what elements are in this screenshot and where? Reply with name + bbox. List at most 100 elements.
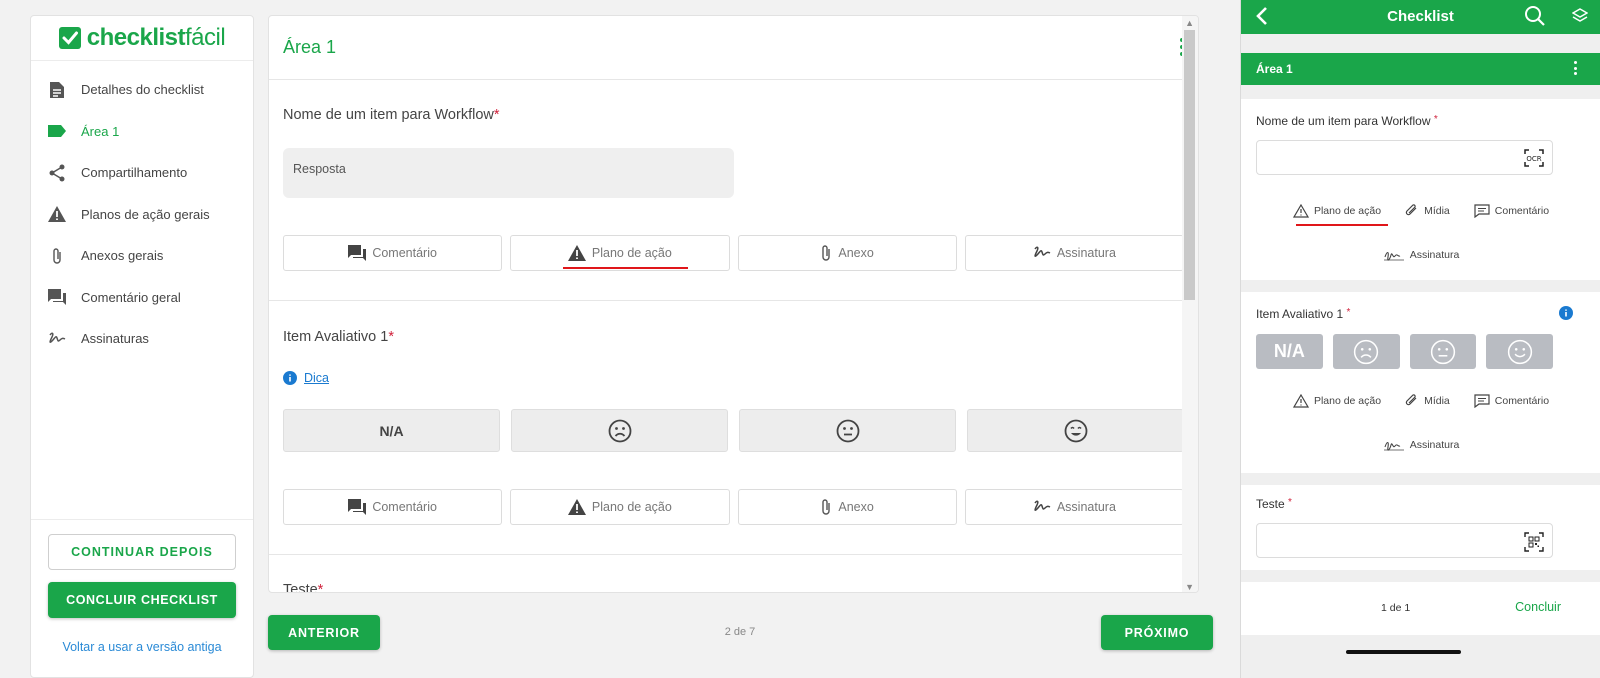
- answer-input[interactable]: Resposta: [283, 148, 734, 198]
- scrollbar[interactable]: ▲ ▼: [1182, 16, 1198, 592]
- rating-happy-button[interactable]: [1486, 334, 1553, 369]
- comment-button[interactable]: Comentário: [1474, 203, 1549, 219]
- sidebar-item-area-1[interactable]: Área 1: [31, 111, 253, 153]
- attachment-button[interactable]: Anexo: [737, 235, 957, 271]
- mobile-area-title: Área 1: [1256, 62, 1293, 76]
- media-button[interactable]: Mídia: [1405, 203, 1450, 219]
- sad-face-icon: [1353, 339, 1379, 364]
- tip-link[interactable]: Dica: [283, 371, 329, 385]
- area-header: Área 1: [269, 16, 1198, 80]
- finish-button[interactable]: Concluir: [1515, 600, 1561, 614]
- signature-button[interactable]: Assinatura: [1383, 438, 1459, 452]
- page-indicator: 2 de 7: [724, 626, 756, 638]
- action-plan-button[interactable]: Plano de ação: [1292, 203, 1388, 226]
- rating-na-button[interactable]: N/A: [283, 409, 500, 452]
- signature-icon: [1383, 441, 1404, 451]
- answer-input[interactable]: OCR: [1256, 140, 1553, 175]
- signature-button[interactable]: Assinatura: [964, 489, 1184, 525]
- sidebar-item-details[interactable]: Detalhes do checklist: [31, 69, 253, 111]
- attachment-button[interactable]: Anexo: [737, 489, 957, 525]
- question-actions: Comentário Plano de ação Anexo Assinatur…: [283, 235, 1184, 271]
- action-plan-button[interactable]: Plano de ação: [510, 235, 730, 271]
- sad-face-icon: [608, 419, 631, 442]
- previous-button[interactable]: ANTERIOR: [268, 615, 380, 650]
- paperclip-icon: [822, 245, 831, 261]
- signature-button[interactable]: Assinatura: [1383, 248, 1459, 262]
- signature-icon: [1034, 246, 1051, 257]
- mobile-question-card: Item Avaliativo 1 * N/A Plano de ação Mí…: [1241, 292, 1600, 473]
- paperclip-icon: [822, 499, 831, 515]
- rating-options: N/A: [1256, 334, 1553, 369]
- happy-face-icon: [1064, 419, 1087, 442]
- sidebar-nav: Detalhes do checklist Área 1 Compartilha…: [31, 61, 253, 360]
- sidebar-footer: CONTINUAR DEPOIS CONCLUIR CHECKLIST Volt…: [31, 519, 253, 677]
- required-asterisk: *: [1433, 114, 1438, 125]
- web-app: checklistfácil Detalhes do checklist Áre…: [0, 0, 1232, 678]
- neutral-face-icon: [1430, 339, 1456, 364]
- layers-icon[interactable]: [1572, 8, 1588, 24]
- home-indicator: [1346, 650, 1461, 654]
- warning-icon: [567, 499, 586, 515]
- sidebar-item-label: Assinaturas: [81, 331, 149, 347]
- comment-icon: [348, 245, 367, 261]
- rating-na-button[interactable]: N/A: [1256, 334, 1323, 369]
- sidebar-item-sharing[interactable]: Compartilhamento: [31, 152, 253, 194]
- rating-neutral-button[interactable]: [1409, 334, 1477, 369]
- action-plan-button[interactable]: Plano de ação: [1292, 393, 1381, 409]
- rating-options: N/A: [283, 409, 1184, 452]
- sidebar-item-action-plans[interactable]: Planos de ação gerais: [31, 194, 253, 236]
- signature-button[interactable]: Assinatura: [964, 235, 1184, 271]
- old-version-link[interactable]: Voltar a usar a versão antiga: [31, 640, 253, 654]
- sidebar-item-signatures[interactable]: Assinaturas: [31, 318, 253, 360]
- continue-later-button[interactable]: CONTINUAR DEPOIS: [48, 534, 236, 570]
- action-plan-button[interactable]: Plano de ação: [510, 489, 730, 525]
- sidebar-item-label: Detalhes do checklist: [81, 82, 204, 98]
- comment-button[interactable]: Comentário: [283, 489, 503, 525]
- finish-checklist-button[interactable]: CONCLUIR CHECKLIST: [48, 582, 236, 618]
- question-label: Teste*: [283, 582, 323, 592]
- required-asterisk: *: [388, 329, 394, 345]
- media-button[interactable]: Mídia: [1405, 393, 1450, 409]
- mobile-app: Checklist Área 1 Nome de um item para Wo…: [1240, 0, 1600, 678]
- comment-icon: [348, 499, 367, 515]
- mobile-actions: Plano de ação Mídia Comentário: [1241, 393, 1600, 409]
- more-options-icon[interactable]: [1574, 61, 1577, 75]
- paperclip-icon: [1405, 204, 1417, 216]
- qr-scan-icon[interactable]: [1524, 532, 1544, 552]
- comment-icon: [1474, 394, 1490, 408]
- info-icon[interactable]: [1559, 306, 1573, 320]
- area-title: Área 1: [283, 37, 337, 57]
- scrollbar-thumb[interactable]: [1184, 30, 1195, 300]
- ocr-scan-icon[interactable]: OCR: [1524, 149, 1544, 167]
- mobile-footer: 1 de 1 Concluir: [1241, 582, 1600, 635]
- mobile-area-header: Área 1: [1241, 53, 1600, 85]
- rating-neutral-button[interactable]: [739, 409, 956, 452]
- signature-icon: [47, 329, 67, 349]
- scroll-down-icon[interactable]: ▼: [1185, 582, 1194, 592]
- mobile-question-card: Nome de um item para Workflow * OCR Plan…: [1241, 99, 1600, 280]
- sidebar-item-attachments[interactable]: Anexos gerais: [31, 235, 253, 277]
- next-button[interactable]: PRÓXIMO: [1101, 615, 1213, 650]
- comment-icon: [1474, 204, 1490, 218]
- rating-sad-button[interactable]: [511, 409, 728, 452]
- document-icon: [47, 80, 67, 100]
- sidebar: checklistfácil Detalhes do checklist Áre…: [30, 15, 254, 678]
- mobile-title: Checklist: [1387, 8, 1454, 25]
- warning-icon: [47, 204, 67, 224]
- rating-happy-button[interactable]: [967, 409, 1184, 452]
- required-asterisk: *: [1346, 307, 1351, 318]
- logo: checklistfácil: [31, 16, 253, 61]
- answer-input[interactable]: [1256, 523, 1553, 558]
- signature-icon: [1034, 500, 1051, 511]
- comment-button[interactable]: Comentário: [283, 235, 503, 271]
- happy-face-icon: [1507, 339, 1532, 364]
- sidebar-item-general-comment[interactable]: Comentário geral: [31, 277, 253, 319]
- mobile-question-card: Teste *: [1241, 485, 1600, 570]
- rating-sad-button[interactable]: [1332, 334, 1400, 369]
- search-icon[interactable]: [1524, 5, 1546, 27]
- comment-button[interactable]: Comentário: [1474, 393, 1549, 409]
- logo-check-icon: [58, 27, 81, 49]
- scroll-up-icon[interactable]: ▲: [1185, 18, 1194, 28]
- sidebar-item-label: Comentário geral: [81, 289, 181, 305]
- question-label: Nome de um item para Workflow *: [1256, 114, 1438, 128]
